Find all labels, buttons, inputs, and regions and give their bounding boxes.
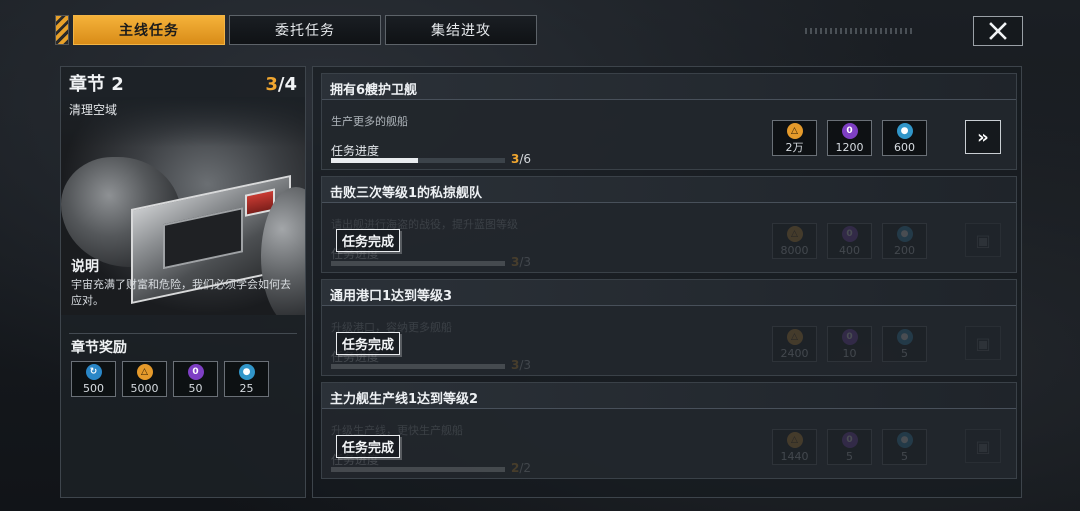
triangle-resource-icon: △ [786, 432, 803, 448]
blue-gem-icon: ● [896, 329, 913, 345]
quest-reward: ● 5 [882, 326, 927, 362]
close-button[interactable] [973, 16, 1023, 46]
quest-item: 通用港口1达到等级3 升级港口，容纳更多舰船 任务进度 3/3 △ 2400 01… [321, 279, 1017, 376]
quest-item: 主力舰生产线1达到等级2 升级生产线，更快生产舰船 任务进度 2/2 △ 1440… [321, 382, 1017, 479]
crystal-resource-icon: 0 [841, 226, 858, 242]
crystal-resource-icon: 0 [841, 329, 858, 345]
quest-progress-bar [331, 158, 505, 163]
blue-gem-icon: ● [896, 123, 913, 139]
close-icon [989, 22, 1007, 40]
quest-title: 通用港口1达到等级3 [322, 280, 1016, 306]
tab-commission-quests[interactable]: 委托任务 [229, 15, 381, 45]
quest-reward: △ 8000 [772, 223, 817, 259]
refresh-icon: ↻ [85, 364, 102, 380]
quest-item: 拥有6艘护卫舰 生产更多的舰船 任务进度 3/6 △ 2万 0 1200 ● 600 … [321, 73, 1017, 170]
triangle-resource-icon: △ [786, 226, 803, 242]
quest-progress-label: 任务进度 [331, 144, 380, 158]
blue-gem-icon: ● [896, 432, 913, 448]
quest-progress-bar [331, 364, 505, 369]
quest-reward: 05 [827, 429, 872, 465]
quest-progress-count: 3/3 [511, 255, 532, 269]
chapter-progress: 3/4 [265, 74, 297, 95]
quest-rewards: △ 1440 05 ● 5 [772, 429, 927, 465]
chapter-subtitle: 清理空域 [69, 103, 118, 117]
quest-reward: △ 1440 [772, 429, 817, 465]
quest-reward[interactable]: 0 1200 [827, 120, 872, 156]
chapter-rewards-heading: 章节奖励 [71, 340, 127, 356]
gift-icon: ▣ [965, 326, 1001, 360]
tab-bar: 主线任务 委托任务 集结进攻 [55, 15, 537, 45]
quest-list: 拥有6艘护卫舰 生产更多的舰船 任务进度 3/6 △ 2万 0 1200 ● 600 … [312, 66, 1022, 498]
quest-rewards: △ 8000 0 400 ● 200 [772, 223, 927, 259]
quest-reward: 0 400 [827, 223, 872, 259]
chapter-panel: 章节 2 3/4 清理空域 说明 宇宙充满了财富和危险，我们必须学会如何去应对。… [60, 66, 306, 498]
triangle-resource-icon: △ [136, 364, 153, 380]
quest-reward: ● 5 [882, 429, 927, 465]
crystal-resource-icon: 0 [841, 432, 858, 448]
quest-progress-bar [331, 467, 505, 472]
quest-rewards: △ 2万 0 1200 ● 600 [772, 120, 927, 156]
description-text: 宇宙充满了财富和危险，我们必须学会如何去应对。 [71, 278, 291, 307]
double-chevron-right-icon: » [977, 126, 989, 148]
tab-main-quests[interactable]: 主线任务 [73, 15, 225, 45]
quest-progress-count: 3/6 [511, 152, 532, 166]
quest-item: 击败三次等级1的私掠舰队 请出舰进行海盗的战役，提升蓝图等级 任务进度 3/3 … [321, 176, 1017, 273]
quest-title: 主力舰生产线1达到等级2 [322, 383, 1016, 409]
crystal-resource-icon: 0 [841, 123, 858, 139]
chapter-rewards-list: ↻ 500 △ 5000 0 50 ● 25 [71, 361, 269, 397]
gift-icon: ▣ [965, 223, 1001, 257]
divider [69, 333, 297, 334]
blue-gem-icon: ● [896, 226, 913, 242]
quest-completed-stamp: 任务完成 [336, 435, 401, 458]
quest-title: 击败三次等级1的私掠舰队 [322, 177, 1016, 203]
chapter-reward[interactable]: ● 25 [224, 361, 269, 397]
chapter-title: 章节 2 [69, 74, 124, 95]
crystal-resource-icon: 0 [187, 364, 204, 380]
quest-reward[interactable]: △ 2万 [772, 120, 817, 156]
quest-reward: △ 2400 [772, 326, 817, 362]
tab-rally-attack[interactable]: 集结进攻 [385, 15, 537, 45]
tab-bar-stripe [55, 15, 69, 45]
description-heading: 说明 [71, 259, 99, 275]
quest-completed-stamp: 任务完成 [336, 332, 401, 355]
quest-reward: 0 10 [827, 326, 872, 362]
quest-title: 拥有6艘护卫舰 [322, 74, 1016, 100]
quest-progress-bar [331, 261, 505, 266]
chapter-header: 章节 2 3/4 [69, 70, 297, 96]
header-decoration [805, 28, 915, 34]
quest-description: 生产更多的舰船 [331, 115, 408, 128]
chapter-reward[interactable]: △ 5000 [122, 361, 167, 397]
quest-reward[interactable]: ● 600 [882, 120, 927, 156]
triangle-resource-icon: △ [786, 329, 803, 345]
blue-gem-icon: ● [238, 364, 255, 380]
gift-icon: ▣ [965, 429, 1001, 463]
go-button[interactable]: » [965, 120, 1001, 154]
quest-progress-count: 2/2 [511, 461, 532, 475]
quest-rewards: △ 2400 0 10 ● 5 [772, 326, 927, 362]
quest-progress-count: 3/3 [511, 358, 532, 372]
triangle-resource-icon: △ [786, 123, 803, 139]
quest-completed-stamp: 任务完成 [336, 229, 401, 252]
chapter-reward[interactable]: 0 50 [173, 361, 218, 397]
chapter-reward[interactable]: ↻ 500 [71, 361, 116, 397]
quest-reward: ● 200 [882, 223, 927, 259]
